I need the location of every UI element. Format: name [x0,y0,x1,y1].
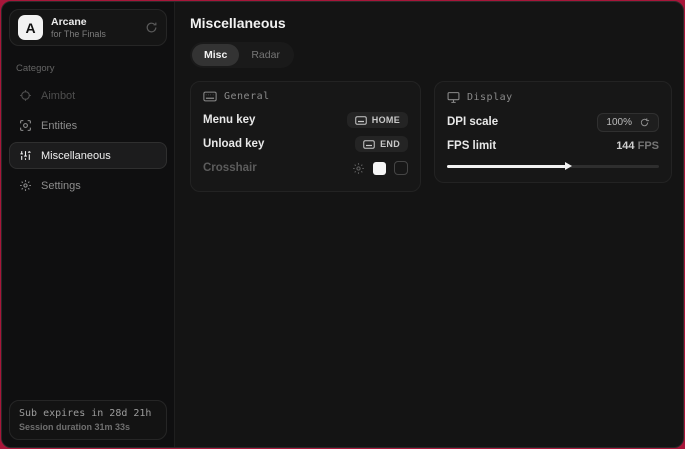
tab-misc[interactable]: Misc [192,44,239,66]
crosshair-label: Crosshair [203,162,257,174]
sidebar-item-settings[interactable]: Settings [9,172,167,199]
fps-limit-label: FPS limit [447,140,496,152]
keyboard-icon [203,91,217,102]
gear-icon [18,179,32,192]
display-card: Display DPI scale 100% FPS limit [434,81,672,183]
unload-key-binding[interactable]: END [355,136,408,152]
fps-limit-row: FPS limit 144 FPS [447,134,659,158]
cycle-icon [639,117,650,128]
unload-key-label: Unload key [203,138,264,150]
app-subtitle: for The Finals [51,29,137,39]
sidebar-nav: Aimbot Entities Miscel [2,78,174,203]
main-content: Miscellaneous Misc Radar General [175,2,684,447]
app-text: Arcane for The Finals [51,16,137,39]
dpi-scale-label: DPI scale [447,116,498,128]
display-card-header: Display [447,91,659,104]
sidebar-item-aimbot[interactable]: Aimbot [9,82,167,109]
crosshair-row: Crosshair [203,156,408,180]
crosshair-controls [352,161,408,175]
sidebar: A Arcane for The Finals Category [2,2,175,447]
page-title: Miscellaneous [190,15,672,31]
fps-unit: FPS [635,140,659,152]
sidebar-spacer [2,203,174,393]
app-window: A Arcane for The Finals Category [1,1,684,448]
subscription-info-card: Sub expires in 28d 21h Session duration … [9,400,167,440]
sidebar-item-miscellaneous[interactable]: Miscellaneous [9,142,167,169]
sidebar-item-entities[interactable]: Entities [9,112,167,139]
sidebar-item-label: Entities [41,120,77,132]
slider-fill [447,165,566,168]
settings-cards: General Menu key HOME [190,81,672,192]
unload-key-value: END [380,139,400,149]
slider-thumb[interactable] [565,162,572,170]
keycap-icon [363,140,375,149]
menu-key-row: Menu key HOME [203,108,408,132]
sub-expiry-text: Sub expires in 28d 21h [19,408,157,419]
unload-key-row: Unload key END [203,132,408,156]
crosshair-icon [18,89,32,102]
dpi-scale-stepper[interactable]: 100% [597,113,659,132]
general-card: General Menu key HOME [190,81,421,192]
card-title: General [224,91,270,102]
menu-key-label: Menu key [203,114,255,126]
dpi-scale-value: 100% [606,117,632,128]
tab-radar[interactable]: Radar [239,44,292,66]
app-logo: A [18,15,43,40]
category-label: Category [16,63,160,74]
app-name: Arcane [51,16,137,28]
monitor-icon [447,91,460,104]
menu-key-binding[interactable]: HOME [347,112,408,128]
general-card-header: General [203,91,408,102]
menu-key-value: HOME [372,115,400,125]
app-header-card: A Arcane for The Finals [9,9,167,46]
keycap-icon [355,116,367,125]
sliders-icon [18,149,32,162]
fps-number: 144 [616,140,634,152]
sidebar-item-label: Settings [41,180,81,192]
scan-icon [18,119,32,132]
dpi-scale-row: DPI scale 100% [447,110,659,134]
refresh-icon[interactable] [145,21,158,34]
fps-limit-value: 144 FPS [616,140,659,152]
sidebar-item-label: Aimbot [41,90,75,102]
crosshair-checkbox[interactable] [394,161,408,175]
card-title: Display [467,92,513,103]
fps-limit-slider[interactable] [447,161,659,171]
tab-bar: Misc Radar [190,42,294,68]
crosshair-settings-gear-icon[interactable] [352,162,365,175]
crosshair-color-swatch[interactable] [373,162,386,175]
sidebar-item-label: Miscellaneous [41,150,111,162]
session-duration-text: Session duration 31m 33s [19,422,157,432]
